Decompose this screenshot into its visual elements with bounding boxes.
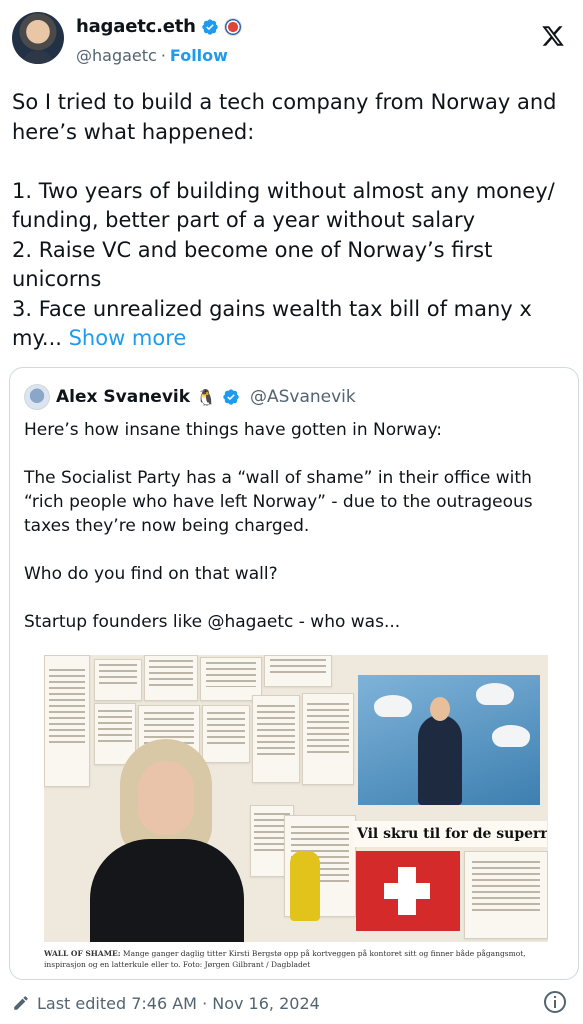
author-handle[interactable]: @hagaetc [76, 46, 157, 65]
quoted-tweet[interactable]: Alex Svanevik 🐧 @ASvanevik Here’s how in… [9, 367, 579, 980]
info-icon[interactable] [543, 990, 567, 1014]
quoted-tweet-text: Here’s how insane things have gotten in … [24, 420, 533, 632]
tweet-body: So I tried to build a tech company from … [12, 88, 577, 354]
clipping-headline: Vil skru til for de superrike i Sveits [353, 821, 547, 847]
affiliate-badge-icon [223, 17, 242, 36]
handle-separator: · [160, 46, 166, 65]
follow-button[interactable]: Follow [170, 46, 228, 65]
caption-lead: WALL OF SHAME: [44, 949, 121, 958]
quoted-tweet-header: Alex Svanevik 🐧 @ASvanevik [24, 384, 356, 410]
show-more-link[interactable]: Show more [69, 326, 187, 350]
author-handle-row: @hagaetc · Follow [76, 46, 228, 65]
last-edited-timestamp[interactable]: Last edited 7:46 AM · Nov 16, 2024 [37, 994, 320, 1013]
penguin-emoji: 🐧 [196, 387, 216, 407]
author-name-row: hagaetc.eth [76, 16, 242, 37]
verified-badge-icon [202, 18, 218, 35]
quoted-author-handle: @ASvanevik [249, 387, 356, 407]
photo-subject [82, 739, 252, 942]
author-avatar[interactable] [12, 12, 64, 64]
x-logo-icon[interactable] [541, 24, 565, 48]
pencil-icon [14, 996, 28, 1010]
quoted-author-avatar [24, 384, 50, 410]
author-display-name[interactable]: hagaetc.eth [76, 16, 196, 37]
tweet-text: So I tried to build a tech company from … [12, 90, 557, 350]
photo-caption: WALL OF SHAME: Mange ganger daglig titte… [44, 948, 554, 970]
tweet-footer: Last edited 7:46 AM · Nov 16, 2024 [12, 990, 571, 1016]
verified-badge-icon [223, 389, 239, 405]
tweet-header: hagaetc.eth @hagaetc · Follow [12, 10, 583, 72]
quoted-author-name: Alex Svanevik [56, 387, 191, 407]
quoted-tweet-photo[interactable]: Vil skru til for de superrike i Sveits [44, 655, 548, 942]
